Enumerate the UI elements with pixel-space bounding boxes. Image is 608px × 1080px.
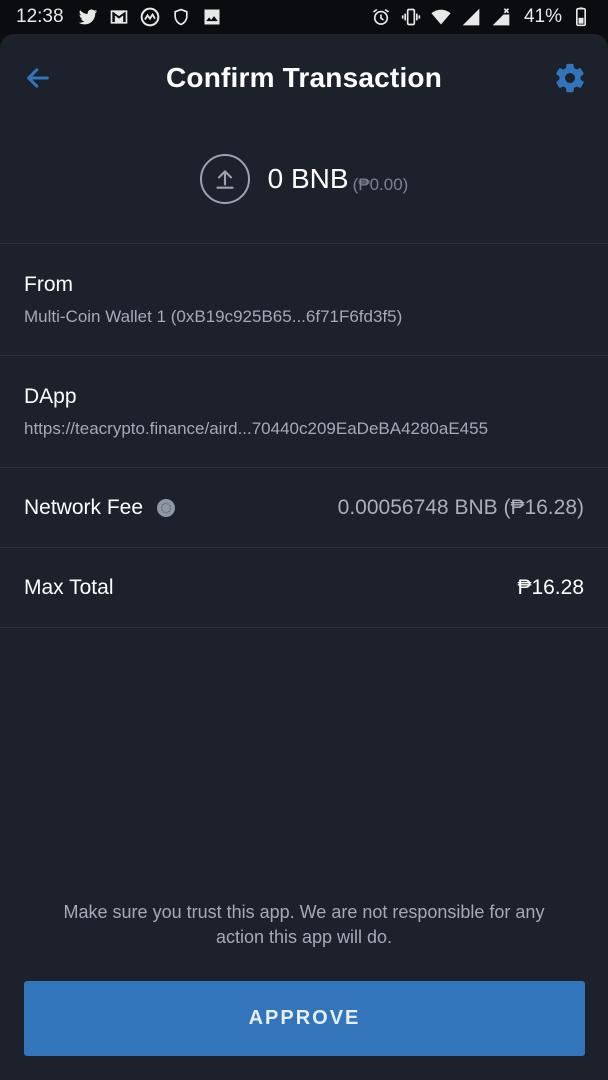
status-right: 41% bbox=[370, 6, 592, 28]
coinmarketcap-icon bbox=[139, 6, 161, 28]
header: Confirm Transaction bbox=[0, 34, 608, 122]
amount-value: 0 BNB bbox=[267, 162, 349, 194]
page-title: Confirm Transaction bbox=[165, 62, 443, 93]
back-arrow-icon bbox=[27, 68, 49, 88]
max-total-row: Max Total ₱16.28 bbox=[0, 548, 608, 628]
status-bar: 12:38 41% bbox=[0, 0, 608, 34]
status-time: 12:38 bbox=[16, 6, 64, 27]
dapp-row: DApp https://teacrypto.finance/aird...70… bbox=[0, 356, 608, 468]
disclaimer-text: Make sure you trust this app. We are not… bbox=[63, 902, 545, 947]
wifi-icon bbox=[430, 6, 452, 28]
network-fee-label-wrap: Network Fee bbox=[24, 495, 176, 520]
from-label: From bbox=[24, 272, 73, 296]
gear-icon bbox=[556, 63, 584, 93]
dapp-value: https://teacrypto.finance/aird...70440c2… bbox=[24, 418, 489, 438]
max-total-value: ₱16.28 bbox=[517, 575, 584, 599]
network-fee-value: 0.00056748 BNB (₱16.28) bbox=[337, 495, 584, 519]
signal-icon bbox=[460, 6, 482, 28]
max-total-label: Max Total bbox=[24, 575, 114, 599]
from-value: Multi-Coin Wallet 1 (0xB19c925B65...6f71… bbox=[24, 306, 403, 326]
vibrate-icon bbox=[400, 6, 422, 28]
upload-icon bbox=[199, 153, 250, 204]
twitter-icon bbox=[77, 6, 99, 28]
shield-icon bbox=[170, 6, 192, 28]
info-icon[interactable] bbox=[157, 498, 176, 517]
image-icon bbox=[201, 6, 223, 28]
approve-button[interactable]: APPROVE bbox=[24, 981, 585, 1056]
gmail-icon bbox=[108, 6, 130, 28]
amount-text: 0 BNB (₱0.00) bbox=[268, 163, 409, 195]
alarm-icon bbox=[370, 6, 392, 28]
network-fee-row[interactable]: Network Fee 0.00056748 BNB (₱16.28) bbox=[0, 468, 608, 548]
settings-button[interactable] bbox=[548, 56, 592, 100]
battery-icon bbox=[570, 6, 592, 28]
confirm-sheet: Confirm Transaction 0 BNB (₱0.00) From M… bbox=[0, 34, 608, 1080]
back-button[interactable] bbox=[18, 58, 58, 98]
amount-row: 0 BNB (₱0.00) bbox=[0, 122, 608, 244]
amount-fiat: (₱0.00) bbox=[352, 174, 409, 194]
signal-x-icon bbox=[490, 6, 512, 28]
from-row: From Multi-Coin Wallet 1 (0xB19c925B65..… bbox=[0, 244, 608, 356]
network-fee-label: Network Fee bbox=[24, 495, 144, 519]
dapp-label: DApp bbox=[24, 384, 77, 408]
battery-percent: 41% bbox=[523, 6, 562, 27]
status-left: 12:38 bbox=[16, 6, 223, 28]
